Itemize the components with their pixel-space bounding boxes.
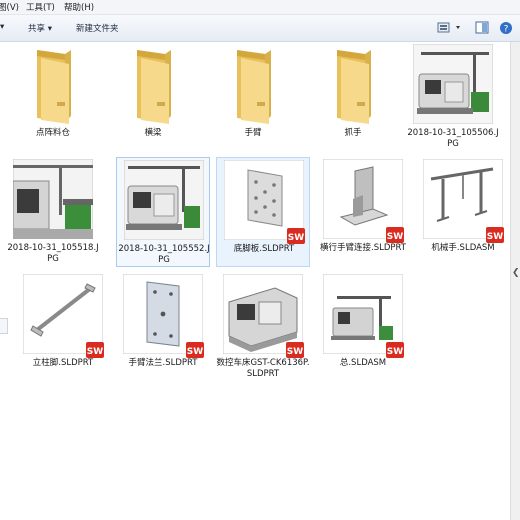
- image-file-item[interactable]: 2018-10-31_105506.JPG: [406, 42, 500, 152]
- collapse-arrow-icon[interactable]: ❮: [512, 268, 520, 278]
- menu-view[interactable]: 图(V): [0, 1, 19, 13]
- sldprt-file-item[interactable]: SW 手臂法兰.SLDPRT: [116, 272, 210, 382]
- folder-icon: [37, 50, 71, 124]
- item-label: 底脚板.SLDPRT: [233, 244, 295, 254]
- menu-tools[interactable]: 工具(T): [26, 1, 55, 13]
- svg-text:SW: SW: [187, 347, 203, 357]
- solidworks-icon: SW: [186, 342, 204, 358]
- image-file-item-selected[interactable]: 2018-10-31_105552.JPG: [116, 157, 210, 267]
- item-label: 2018-10-31_105506.JPG: [407, 128, 499, 149]
- sldprt-file-item[interactable]: SW 数控车床GST-CK6136P.SLDPRT: [216, 272, 310, 392]
- sldprt-file-item[interactable]: SW 横行手臂连接.SLDPRT: [316, 157, 410, 267]
- item-label: 点阵料仓: [35, 128, 70, 138]
- folder-item[interactable]: 点阵料仓: [6, 42, 100, 152]
- folder-icon: [137, 50, 171, 124]
- solidworks-icon: SW: [287, 228, 305, 244]
- sldasm-file-item[interactable]: SW 机械手.SLDASM: [416, 157, 510, 267]
- share-button[interactable]: 共享 ▾: [28, 22, 52, 34]
- details-pane-edge: [510, 42, 520, 520]
- item-label: 2018-10-31_105518.JPG: [7, 243, 99, 264]
- item-label: 立柱脚.SLDPRT: [32, 358, 94, 368]
- folder-icon: [237, 50, 271, 124]
- item-label: 抓手: [344, 128, 362, 138]
- new-folder-button[interactable]: 新建文件夹: [76, 22, 119, 34]
- item-label: 机械手.SLDASM: [431, 243, 495, 253]
- solidworks-icon: SW: [386, 342, 404, 358]
- solidworks-icon: SW: [86, 342, 104, 358]
- folder-icon: [337, 50, 371, 124]
- sldasm-file-item[interactable]: SW 总.SLDASM: [316, 272, 410, 382]
- solidworks-icon: SW: [286, 342, 304, 358]
- photo-thumbnail: [413, 44, 493, 124]
- help-icon[interactable]: ?: [498, 20, 514, 36]
- item-label: 手臂: [244, 128, 262, 138]
- svg-text:SW: SW: [387, 232, 403, 242]
- navigation-pane-splitter[interactable]: [0, 318, 8, 334]
- preview-pane-icon[interactable]: [474, 20, 490, 36]
- solidworks-icon: SW: [386, 227, 404, 243]
- toolbar: ▾ 共享 ▾ 新建文件夹 ?: [0, 15, 520, 42]
- solidworks-icon: SW: [486, 227, 504, 243]
- view-options-icon[interactable]: [436, 20, 464, 36]
- item-label: 数控车床GST-CK6136P.SLDPRT: [216, 358, 310, 379]
- item-label: 横行手臂连接.SLDPRT: [320, 243, 406, 253]
- folder-item[interactable]: 抓手: [306, 42, 400, 152]
- svg-text:SW: SW: [87, 347, 103, 357]
- sldprt-file-item-hovered[interactable]: SW 底脚板.SLDPRT: [216, 157, 310, 267]
- svg-text:SW: SW: [387, 347, 403, 357]
- folder-item[interactable]: 横梁: [106, 42, 200, 152]
- svg-text:SW: SW: [487, 232, 503, 242]
- item-label: 总.SLDASM: [339, 358, 387, 368]
- svg-text:SW: SW: [288, 233, 304, 243]
- item-label: 横梁: [144, 128, 162, 138]
- photo-thumbnail: [13, 159, 93, 239]
- svg-text:SW: SW: [287, 347, 303, 357]
- menu-bar: 图(V) 工具(T) 帮助(H): [0, 0, 520, 15]
- menu-help[interactable]: 帮助(H): [64, 1, 94, 13]
- folder-item[interactable]: 手臂: [206, 42, 300, 152]
- item-label: 手臂法兰.SLDPRT: [128, 358, 198, 368]
- svg-text:?: ?: [504, 25, 509, 35]
- sldprt-file-item[interactable]: SW 立柱脚.SLDPRT: [16, 272, 110, 382]
- image-file-item[interactable]: 2018-10-31_105518.JPG: [6, 157, 100, 267]
- photo-thumbnail: [124, 160, 204, 240]
- organize-dropdown-arrow[interactable]: ▾: [0, 22, 4, 32]
- item-label: 2018-10-31_105552.JPG: [118, 244, 210, 265]
